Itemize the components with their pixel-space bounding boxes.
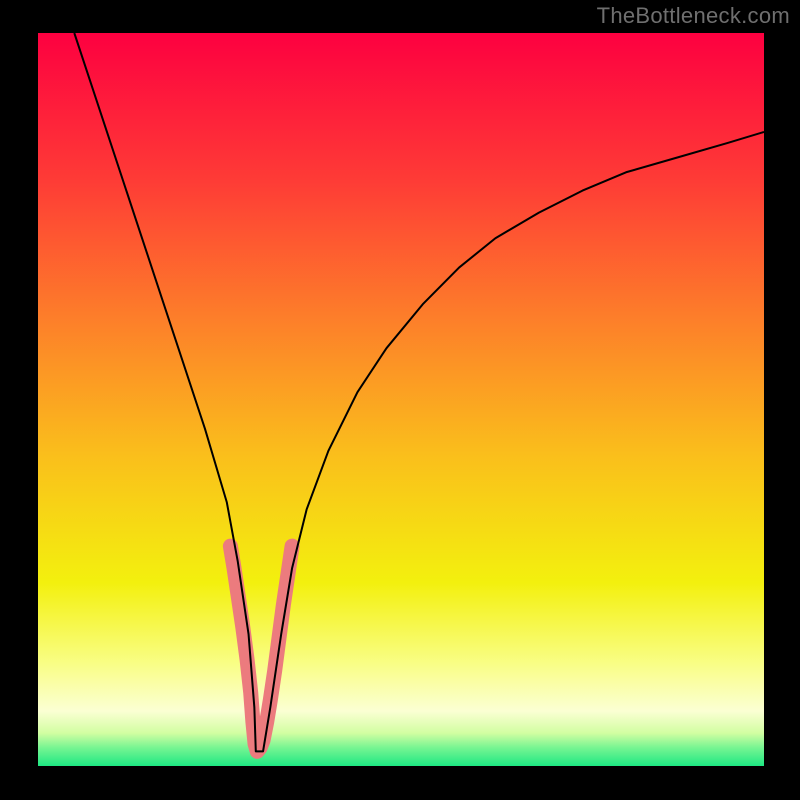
bottleneck-chart — [0, 0, 800, 800]
plot-background — [38, 33, 764, 766]
chart-container: TheBottleneck.com — [0, 0, 800, 800]
watermark-text: TheBottleneck.com — [597, 3, 790, 29]
